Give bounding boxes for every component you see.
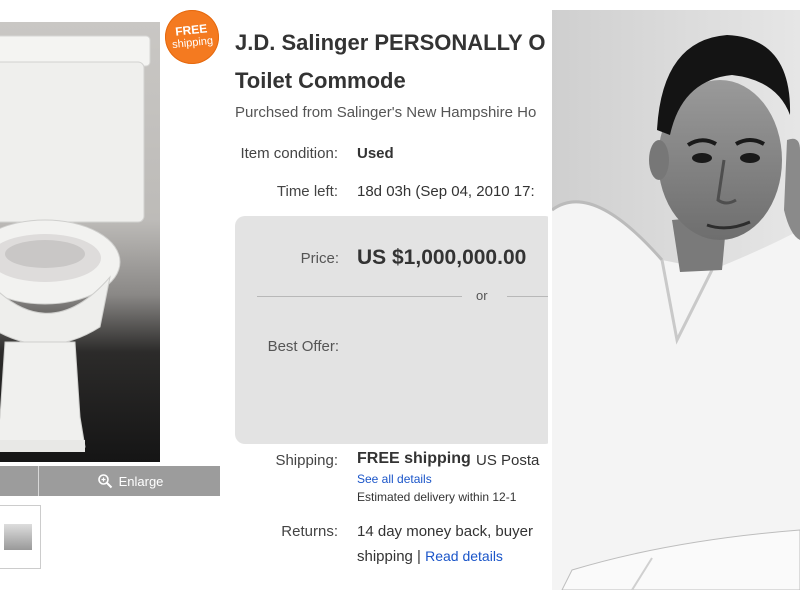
time-left-value: 18d 03h (Sep 04, 2010 17: xyxy=(357,183,535,200)
zoom-icon xyxy=(97,473,113,489)
returns-label: Returns: xyxy=(281,523,338,540)
or-divider xyxy=(257,296,462,297)
portrait-photo xyxy=(552,10,800,590)
shipping-method: US Posta xyxy=(476,452,540,469)
returns-line1: 14 day money back, buyer xyxy=(357,523,533,540)
best-offer-label: Best Offer: xyxy=(267,338,339,355)
thumbnail-image[interactable] xyxy=(0,505,41,569)
or-text: or xyxy=(476,288,488,303)
photo-toolbar: Enlarge xyxy=(0,466,220,496)
shipping-value: FREE shipping xyxy=(357,450,471,467)
item-condition-label: Item condition: xyxy=(240,145,338,162)
see-all-details-link[interactable]: See all details xyxy=(357,472,432,486)
listing-title-line1: J.D. Salinger PERSONALLY O xyxy=(235,30,546,55)
free-shipping-badge: FREE shipping xyxy=(162,7,222,67)
price-box: Price: US $1,000,000.00 or Best Offer: xyxy=(235,216,548,444)
price-label: Price: xyxy=(300,250,339,267)
listing-subtitle: Purchsed from Salinger's New Hampshire H… xyxy=(235,104,537,121)
enlarge-label: Enlarge xyxy=(118,473,164,489)
product-photo[interactable] xyxy=(0,22,160,462)
toolbar-divider xyxy=(38,466,39,496)
estimated-delivery: Estimated delivery within 12-1 xyxy=(357,490,517,504)
returns-line2-text: shipping | xyxy=(357,548,426,565)
read-details-link[interactable]: Read details xyxy=(425,548,503,564)
item-condition-value: Used xyxy=(357,145,394,162)
ebay-listing-panel: FREE shipping Enlarge J.D. Salinger PERS… xyxy=(0,0,548,600)
badge-line2: shipping xyxy=(171,34,214,52)
enlarge-button[interactable]: Enlarge xyxy=(40,466,220,496)
price-value: US $1,000,000.00 xyxy=(357,246,527,269)
toilet-image xyxy=(0,22,160,462)
listing-title-line2: Toilet Commode xyxy=(235,68,406,93)
or-divider xyxy=(507,296,548,297)
time-left-label: Time left: xyxy=(276,183,338,200)
shipping-label: Shipping: xyxy=(275,452,338,469)
returns-line2: shipping | Read details xyxy=(357,548,503,565)
